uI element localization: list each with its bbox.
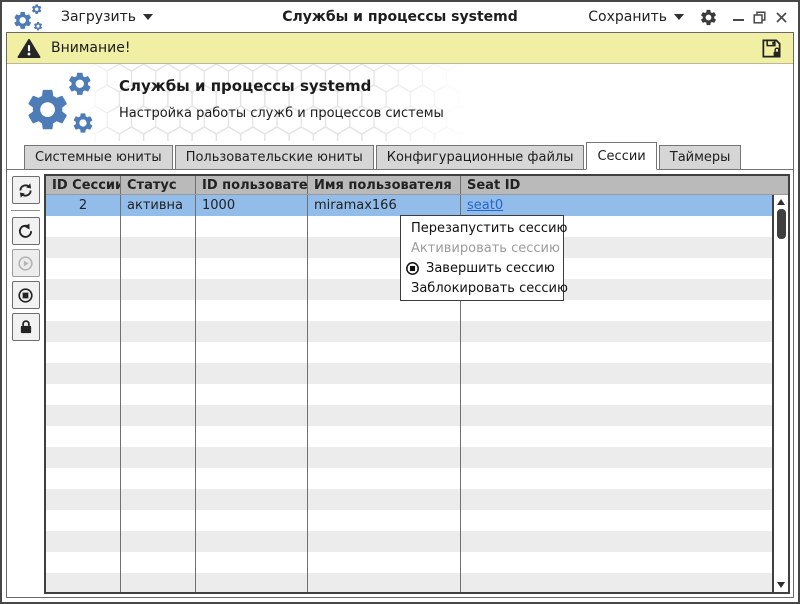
restart-session-button[interactable] [11, 217, 40, 245]
table-row[interactable] [46, 321, 772, 342]
column-header-user-id[interactable]: ID пользователя [196, 176, 308, 194]
restore-icon[interactable] [753, 10, 766, 24]
page-subtitle: Настройка работы служб и процессов систе… [119, 106, 444, 121]
table-row-selected[interactable]: 2 активна 1000 miramax166 seat0 [46, 195, 772, 216]
table-row[interactable] [46, 405, 772, 426]
scroll-up-icon[interactable] [777, 199, 785, 205]
menu-item-label: Завершить сессию [426, 260, 555, 276]
column-header-session-id[interactable]: ID Сессии [46, 176, 121, 194]
tab-sessions[interactable]: Сессии [586, 142, 657, 170]
menu-item-restart-session[interactable]: Перезапустить сессию [401, 218, 567, 238]
scrollbar-thumb[interactable] [776, 209, 786, 239]
page-header: Службы и процессы systemd Настройка рабо… [7, 64, 793, 141]
cell-user-name: miramax166 [308, 195, 461, 216]
tab-system-units[interactable]: Системные юниты [24, 145, 173, 170]
table-header: ID Сессии Статус ID пользователя Имя пол… [46, 176, 788, 195]
menu-item-label: Заблокировать сессию [411, 280, 568, 296]
tab-user-units[interactable]: Пользовательские юниты [174, 145, 374, 170]
table-row[interactable] [46, 573, 772, 592]
activate-session-button[interactable] [11, 249, 40, 277]
table-row[interactable] [46, 447, 772, 468]
terminate-icon [406, 261, 419, 275]
menu-item-label: Перезапустить сессию [411, 220, 568, 236]
tab-timers[interactable]: Таймеры [658, 145, 742, 170]
title-bar: Службы и процессы systemd Загрузить Сохр… [2, 2, 798, 32]
minimize-icon[interactable] [733, 19, 744, 21]
lock-session-button[interactable] [11, 313, 40, 341]
table-row[interactable] [46, 384, 772, 405]
app-logo-icon [12, 3, 45, 32]
menu-item-label: Активировать сессию [411, 240, 560, 256]
gear-icon[interactable] [699, 8, 718, 27]
table-row[interactable] [46, 426, 772, 447]
warning-bar: Внимание! [7, 33, 793, 64]
table-row[interactable] [46, 342, 772, 363]
chevron-down-icon [674, 14, 684, 20]
save-menu-label: Сохранить [588, 9, 667, 25]
table-row[interactable] [46, 468, 772, 489]
warning-text: Внимание! [51, 40, 131, 56]
refresh-button[interactable] [11, 176, 40, 204]
table-row[interactable] [46, 510, 772, 531]
column-header-status[interactable]: Статус [121, 176, 196, 194]
activate-icon [18, 255, 33, 271]
load-menu-button[interactable]: Загрузить [61, 9, 154, 25]
refresh-icon [19, 182, 32, 198]
table-row[interactable] [46, 363, 772, 384]
tab-config-files[interactable]: Конфигурационные файлы [375, 145, 585, 170]
cell-status: активна [121, 195, 196, 216]
lock-icon [20, 320, 31, 334]
toolbar-separator [11, 210, 40, 211]
session-context-menu: Перезапустить сессию Активировать сессию… [400, 215, 568, 301]
save-file-icon[interactable] [760, 37, 783, 60]
table-row[interactable] [46, 489, 772, 510]
column-header-user-name[interactable]: Имя пользователя [308, 176, 461, 194]
vertical-scrollbar[interactable] [772, 195, 788, 592]
table-row[interactable] [46, 300, 772, 321]
table-row[interactable] [46, 552, 772, 573]
load-menu-label: Загрузить [61, 9, 137, 25]
table-row[interactable] [46, 531, 772, 552]
terminate-session-button[interactable] [11, 281, 40, 309]
menu-item-terminate-session[interactable]: Завершить сессию [401, 258, 563, 278]
content-frame: Внимание! Службы и процессы systemd Наст… [6, 32, 794, 598]
tab-bar: Системные юниты Пользовательские юниты К… [7, 141, 793, 170]
page-title: Службы и процессы systemd [119, 77, 372, 95]
menu-item-activate-session[interactable]: Активировать сессию [401, 238, 563, 258]
chevron-down-icon [143, 14, 154, 20]
cell-session-id: 2 [46, 195, 121, 216]
column-header-seat-id[interactable]: Seat ID [461, 176, 788, 194]
seat-id-link[interactable]: seat0 [467, 198, 503, 213]
menu-item-lock-session[interactable]: Заблокировать сессию [401, 278, 568, 298]
save-menu-button[interactable]: Сохранить [588, 9, 684, 25]
warning-icon [17, 38, 41, 58]
app-logo-large-icon [23, 70, 99, 136]
session-toolbar [10, 174, 41, 594]
close-icon[interactable] [775, 11, 788, 24]
app-window: Службы и процессы systemd Загрузить Сохр… [0, 0, 800, 604]
terminate-icon [18, 287, 33, 303]
cell-user-id: 1000 [196, 195, 308, 216]
scroll-down-icon[interactable] [777, 582, 785, 588]
restart-icon [19, 223, 33, 238]
